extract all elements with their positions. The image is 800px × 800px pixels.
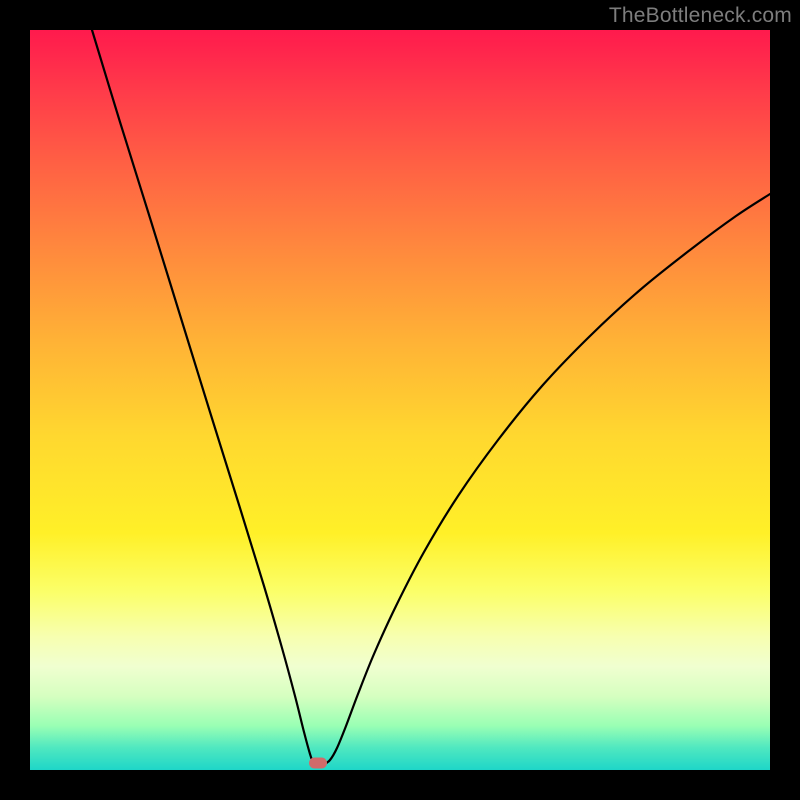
chart-frame: TheBottleneck.com [0, 0, 800, 800]
minimum-marker [309, 758, 327, 769]
bottleneck-curve [30, 30, 770, 770]
watermark-text: TheBottleneck.com [609, 4, 792, 28]
plot-area [30, 30, 770, 770]
